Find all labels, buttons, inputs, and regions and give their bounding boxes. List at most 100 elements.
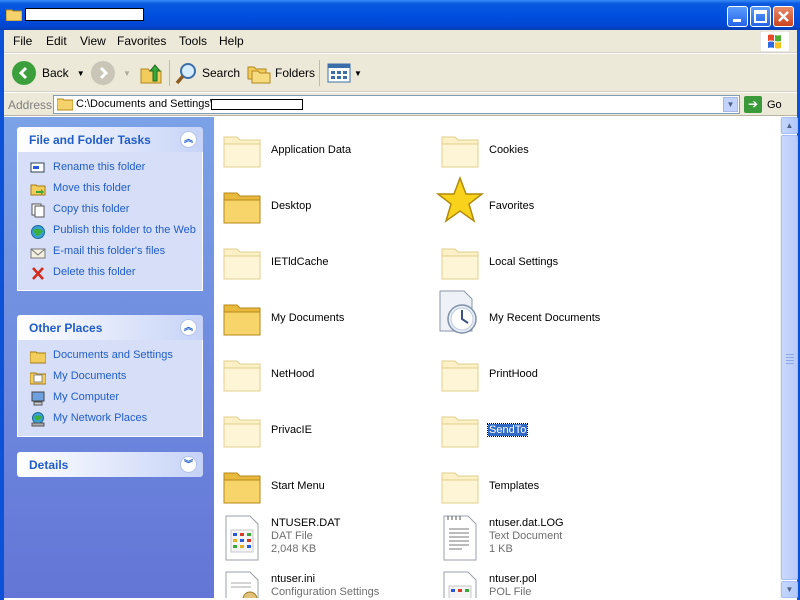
file-folder-tasks-header[interactable]: File and Folder Tasks ︽ bbox=[17, 127, 203, 152]
folder-faded-icon bbox=[441, 360, 479, 392]
pol-file-icon bbox=[443, 571, 477, 598]
file-item-ietldcache[interactable]: IETldCache bbox=[214, 235, 424, 285]
folder-faded-icon bbox=[223, 360, 261, 392]
search-icon bbox=[175, 63, 196, 85]
file-size: 2,048 KB bbox=[271, 543, 317, 555]
file-name: PrivacIE bbox=[271, 424, 312, 436]
file-name: ntuser.dat.LOG bbox=[489, 517, 564, 529]
my-computer-icon bbox=[31, 391, 45, 406]
file-item-start-menu[interactable]: Start Menu bbox=[214, 459, 424, 509]
go-arrow-icon: ➔ bbox=[744, 96, 762, 113]
file-item-application-data[interactable]: Application Data bbox=[214, 123, 424, 173]
folders-label: Folders bbox=[275, 66, 316, 80]
address-dropdown-icon[interactable]: ▼ bbox=[723, 97, 738, 112]
task-label: Move this folder bbox=[53, 182, 131, 194]
place-label: My Computer bbox=[53, 391, 120, 403]
file-item-ntuser-ini[interactable]: ntuser.ini Configuration Settings bbox=[214, 571, 424, 598]
file-item-cookies[interactable]: Cookies bbox=[432, 123, 642, 173]
back-button[interactable]: Back ▼ bbox=[12, 60, 85, 86]
file-item-privacie[interactable]: PrivacIE bbox=[214, 403, 424, 453]
file-name: ntuser.pol bbox=[489, 573, 537, 585]
expand-chevron-icon[interactable]: ︾ bbox=[180, 456, 197, 473]
file-item-sendto[interactable]: SendTo bbox=[432, 403, 642, 453]
views-icon bbox=[327, 63, 351, 83]
file-item-local-settings[interactable]: Local Settings bbox=[432, 235, 642, 285]
task-rename-folder[interactable]: Rename this folder bbox=[18, 158, 202, 179]
up-folder-button[interactable] bbox=[139, 60, 163, 86]
task-move-folder[interactable]: Move this folder bbox=[18, 179, 202, 200]
maximize-button[interactable] bbox=[750, 6, 771, 27]
search-button[interactable]: Search bbox=[175, 60, 240, 86]
place-label: My Documents bbox=[53, 370, 127, 382]
place-label: Documents and Settings bbox=[53, 349, 173, 361]
task-email-files[interactable]: E-mail this folder's files bbox=[18, 242, 202, 263]
file-item-printhood[interactable]: PrintHood bbox=[432, 347, 642, 397]
file-item-ntuser-pol[interactable]: ntuser.pol POL File bbox=[432, 571, 642, 598]
menu-view[interactable]: View bbox=[80, 34, 106, 48]
panel-title: Details bbox=[29, 458, 69, 472]
task-delete-folder[interactable]: Delete this folder bbox=[18, 263, 202, 284]
details-header[interactable]: Details ︾ bbox=[17, 452, 203, 477]
scroll-up-button[interactable]: ▲ bbox=[781, 117, 798, 134]
vertical-scrollbar[interactable]: ▲ ▼ bbox=[780, 117, 798, 598]
file-name: Cookies bbox=[489, 144, 529, 156]
file-item-my-recent-documents[interactable]: My Recent Documents bbox=[432, 290, 642, 341]
task-publish-web[interactable]: Publish this folder to the Web bbox=[18, 221, 202, 242]
task-label: E-mail this folder's files bbox=[53, 245, 166, 257]
file-name: My Recent Documents bbox=[489, 312, 601, 324]
menu-favorites[interactable]: Favorites bbox=[117, 34, 166, 48]
file-list[interactable]: Application Data Cookies Desktop Favorit… bbox=[214, 117, 780, 598]
file-item-my-documents[interactable]: My Documents bbox=[214, 291, 424, 341]
folders-button[interactable]: Folders bbox=[247, 60, 315, 86]
file-name-selected: SendTo bbox=[486, 423, 529, 437]
menu-tools[interactable]: Tools bbox=[179, 34, 207, 48]
place-documents-and-settings[interactable]: Documents and Settings bbox=[18, 346, 202, 367]
views-button[interactable]: ▼ bbox=[327, 60, 362, 86]
menu-edit[interactable]: Edit bbox=[46, 34, 67, 48]
address-input[interactable]: C:\Documents and Settings\ ▼ bbox=[53, 95, 740, 114]
scroll-thumb[interactable] bbox=[781, 135, 798, 580]
rename-icon bbox=[30, 162, 45, 173]
file-item-ntuser-dat[interactable]: NTUSER.DAT DAT File 2,048 KB bbox=[214, 515, 424, 567]
menu-bar: File Edit View Favorites Tools Help bbox=[0, 30, 800, 53]
file-item-desktop[interactable]: Desktop bbox=[214, 179, 424, 229]
file-name: NTUSER.DAT bbox=[271, 517, 341, 529]
scroll-down-button[interactable]: ▼ bbox=[781, 581, 798, 598]
views-dropdown-icon[interactable]: ▼ bbox=[354, 69, 362, 78]
back-dropdown-icon[interactable]: ▼ bbox=[77, 69, 85, 78]
menu-file[interactable]: File bbox=[13, 34, 32, 48]
forward-dropdown-icon[interactable]: ▼ bbox=[123, 69, 131, 78]
star-icon bbox=[436, 176, 484, 223]
search-label: Search bbox=[202, 66, 241, 80]
folder-icon bbox=[6, 9, 22, 21]
forward-arrow-icon bbox=[91, 61, 115, 85]
folder-faded-icon bbox=[223, 248, 261, 280]
folder-icon bbox=[57, 98, 73, 111]
place-my-documents[interactable]: My Documents bbox=[18, 367, 202, 388]
file-item-favorites[interactable]: Favorites bbox=[432, 176, 642, 229]
other-places-header[interactable]: Other Places ︽ bbox=[17, 315, 203, 340]
place-my-network-places[interactable]: My Network Places bbox=[18, 409, 202, 430]
folders-icon bbox=[247, 66, 271, 84]
place-my-computer[interactable]: My Computer bbox=[18, 388, 202, 409]
menu-help[interactable]: Help bbox=[219, 34, 244, 48]
title-bar[interactable] bbox=[0, 0, 800, 30]
go-button[interactable]: ➔ Go bbox=[744, 96, 782, 113]
file-item-ntuser-dat-log[interactable]: ntuser.dat.LOG Text Document 1 KB bbox=[432, 515, 642, 567]
close-button[interactable] bbox=[773, 6, 794, 27]
place-label: My Network Places bbox=[53, 412, 148, 424]
folder-icon bbox=[30, 351, 46, 364]
file-type: Configuration Settings bbox=[271, 586, 380, 598]
minimize-button[interactable] bbox=[727, 6, 748, 27]
address-label: Address bbox=[8, 98, 53, 112]
folder-faded-icon bbox=[223, 416, 261, 448]
copy-icon bbox=[31, 203, 45, 218]
collapse-chevron-icon[interactable]: ︽ bbox=[180, 319, 197, 336]
file-item-templates[interactable]: Templates bbox=[432, 459, 642, 509]
task-copy-folder[interactable]: Copy this folder bbox=[18, 200, 202, 221]
configuration-settings-icon bbox=[225, 571, 259, 598]
forward-button[interactable]: ▼ bbox=[91, 60, 131, 86]
collapse-chevron-icon[interactable]: ︽ bbox=[180, 131, 197, 148]
file-item-nethood[interactable]: NetHood bbox=[214, 347, 424, 397]
file-name: PrintHood bbox=[489, 368, 538, 380]
